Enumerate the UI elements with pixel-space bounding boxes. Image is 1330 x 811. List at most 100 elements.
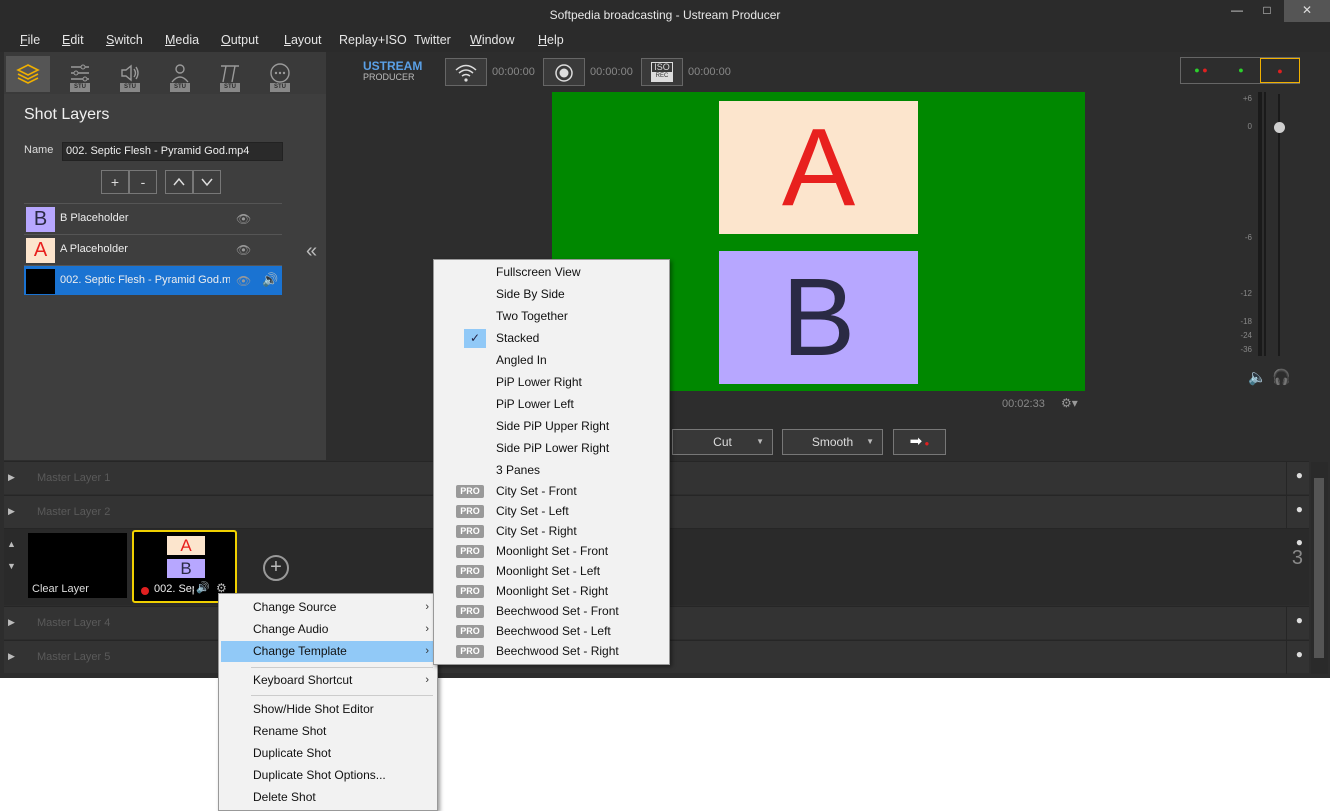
expand-arrow-icon[interactable]: ▶ bbox=[8, 472, 15, 483]
template-item-pro[interactable]: PRO Beechwood Set - Front bbox=[436, 601, 667, 622]
template-item-pro[interactable]: PRO Beechwood Set - Right bbox=[436, 641, 667, 662]
menu-item-change-audio[interactable]: Change Audio › bbox=[221, 619, 435, 640]
menu-help[interactable]: Help bbox=[538, 33, 564, 47]
collapse-panel-icon[interactable]: « bbox=[306, 240, 317, 263]
volume-fader-track[interactable] bbox=[1278, 94, 1280, 356]
transition-type-select[interactable]: Cut ▼ bbox=[672, 429, 773, 455]
template-item[interactable]: PiP Lower Right bbox=[436, 372, 667, 393]
menu-replay-iso[interactable]: Replay+ISO bbox=[339, 33, 407, 47]
menu-switch[interactable]: Switch bbox=[106, 33, 143, 47]
template-item[interactable]: Angled In bbox=[436, 350, 667, 371]
transition-speed-select[interactable]: Smooth ▼ bbox=[782, 429, 883, 455]
expand-arrow-icon[interactable]: ▶ bbox=[8, 651, 15, 662]
expand-arrow-icon[interactable]: ▶ bbox=[8, 506, 15, 517]
headphones-icon[interactable]: 🎧 bbox=[1272, 368, 1291, 386]
clear-layer-shot[interactable]: Clear Layer bbox=[28, 533, 127, 598]
move-down-button[interactable] bbox=[193, 170, 221, 194]
add-shot-button[interactable]: + bbox=[263, 555, 289, 581]
layers-scrollbar[interactable] bbox=[1311, 462, 1328, 674]
pro-badge: PRO bbox=[456, 525, 484, 538]
speaker-icon[interactable]: 🔊 bbox=[262, 272, 278, 288]
volume-fader-knob[interactable] bbox=[1274, 122, 1285, 133]
expand-arrow-icon[interactable]: ▶ bbox=[8, 617, 15, 628]
eye-icon[interactable]: 👁 bbox=[236, 243, 251, 257]
status-stream[interactable]: ● ● bbox=[1181, 58, 1221, 83]
move-down-arrow-icon[interactable]: ▼ bbox=[7, 561, 16, 571]
layer-menu-dot-icon[interactable]: ● bbox=[1296, 468, 1303, 482]
close-button[interactable]: ✕ bbox=[1284, 0, 1330, 22]
template-item[interactable]: Side PiP Upper Right bbox=[436, 416, 667, 437]
layer-menu-dot-icon[interactable]: ● bbox=[1296, 613, 1303, 627]
template-item[interactable]: Side By Side bbox=[436, 284, 667, 305]
menu-file[interactable]: File bbox=[20, 33, 40, 47]
speaker-icon[interactable]: 🔊 bbox=[196, 581, 210, 594]
go-live-button[interactable]: ➡ ● bbox=[893, 429, 946, 455]
status-indicators: ● ● ● ● bbox=[1180, 57, 1300, 84]
minimize-button[interactable]: — bbox=[1220, 0, 1254, 22]
menu-item-show-hide-editor[interactable]: Show/Hide Shot Editor bbox=[221, 699, 435, 720]
tab-titles[interactable]: STU bbox=[208, 56, 252, 92]
layer-row-video[interactable]: 002. Septic Flesh - Pyramid God.mp4 👁 🔊 bbox=[24, 265, 282, 295]
scrollbar-thumb[interactable] bbox=[1314, 478, 1324, 658]
menu-edit[interactable]: Edit bbox=[62, 33, 84, 47]
menu-twitter[interactable]: Twitter bbox=[414, 33, 451, 47]
template-item[interactable]: Side PiP Lower Right bbox=[436, 438, 667, 459]
layer-number: 3 bbox=[1291, 547, 1303, 569]
template-item[interactable]: Fullscreen View bbox=[436, 262, 667, 283]
template-item-pro[interactable]: PRO City Set - Left bbox=[436, 501, 667, 522]
menu-item-delete-shot[interactable]: Delete Shot bbox=[221, 787, 435, 808]
tab-more[interactable]: STU bbox=[258, 56, 302, 92]
remove-layer-button[interactable]: - bbox=[129, 170, 157, 194]
status-network[interactable]: ● bbox=[1221, 58, 1261, 83]
record-button[interactable] bbox=[543, 58, 585, 86]
menu-media[interactable]: Media bbox=[165, 33, 199, 47]
template-item-pro[interactable]: PRO Beechwood Set - Left bbox=[436, 621, 667, 642]
meter-label: -36 bbox=[1240, 345, 1252, 354]
template-item[interactable]: PiP Lower Left bbox=[436, 394, 667, 415]
menu-item-change-source[interactable]: Change Source › bbox=[221, 597, 435, 618]
template-item-pro[interactable]: PRO City Set - Front bbox=[436, 481, 667, 502]
tab-layers[interactable] bbox=[6, 56, 50, 92]
template-item-pro[interactable]: PRO Moonlight Set - Right bbox=[436, 581, 667, 602]
master-layer-label: Master Layer 4 bbox=[37, 617, 111, 629]
menu-item-keyboard-shortcut[interactable]: Keyboard Shortcut › bbox=[221, 670, 435, 691]
volume-icon[interactable]: 🔈 bbox=[1248, 368, 1267, 386]
move-up-button[interactable] bbox=[165, 170, 193, 194]
tab-audio-mixer[interactable]: STU bbox=[58, 56, 102, 92]
add-layer-button[interactable]: + bbox=[101, 170, 129, 194]
eye-icon[interactable]: 👁 bbox=[236, 212, 251, 226]
template-item[interactable]: Two Together bbox=[436, 306, 667, 327]
maximize-button[interactable]: □ bbox=[1250, 0, 1284, 22]
layer-menu-dot-icon[interactable]: ● bbox=[1296, 502, 1303, 516]
tab-audio[interactable]: STU bbox=[108, 56, 152, 92]
pro-badge: PRO bbox=[456, 505, 484, 518]
move-up-arrow-icon[interactable]: ▲ bbox=[7, 539, 16, 549]
layer-row-b[interactable]: B B Placeholder 👁 bbox=[24, 203, 282, 233]
template-item-pro[interactable]: PRO Moonlight Set - Left bbox=[436, 561, 667, 582]
template-item-pro[interactable]: PRO Moonlight Set - Front bbox=[436, 541, 667, 562]
template-item-stacked[interactable]: ✓ Stacked bbox=[436, 328, 667, 349]
iso-record-button[interactable]: ISO REC bbox=[641, 58, 683, 86]
menu-item-rename-shot[interactable]: Rename Shot bbox=[221, 721, 435, 742]
layer-row-a[interactable]: A A Placeholder 👁 bbox=[24, 234, 282, 264]
menu-output[interactable]: Output bbox=[221, 33, 259, 47]
meter-label: -6 bbox=[1244, 233, 1252, 242]
eye-icon[interactable]: 👁 bbox=[236, 274, 251, 288]
shot-context-menu: Change Source › Change Audio › Change Temp… bbox=[218, 593, 438, 811]
shot-name-field[interactable]: 002. Septic Flesh - Pyramid God.mp4 bbox=[62, 142, 283, 161]
gear-icon[interactable]: ⚙▾ bbox=[1061, 396, 1078, 410]
menu-item-change-template[interactable]: Change Template › bbox=[221, 641, 435, 662]
menu-item-label: Change Source bbox=[253, 600, 337, 614]
tab-social[interactable]: STU bbox=[158, 56, 202, 92]
menu-layout[interactable]: Layout bbox=[284, 33, 322, 47]
template-label: Moonlight Set - Front bbox=[496, 544, 609, 558]
menu-window[interactable]: Window bbox=[470, 33, 514, 47]
template-item-pro[interactable]: PRO City Set - Right bbox=[436, 521, 667, 542]
template-label: City Set - Right bbox=[496, 524, 577, 538]
status-record[interactable]: ● bbox=[1260, 58, 1300, 83]
layer-menu-dot-icon[interactable]: ● bbox=[1296, 647, 1303, 661]
menu-item-duplicate-options[interactable]: Duplicate Shot Options... bbox=[221, 765, 435, 786]
menu-item-duplicate-shot[interactable]: Duplicate Shot bbox=[221, 743, 435, 764]
template-item[interactable]: 3 Panes bbox=[436, 460, 667, 481]
stream-button[interactable] bbox=[445, 58, 487, 86]
